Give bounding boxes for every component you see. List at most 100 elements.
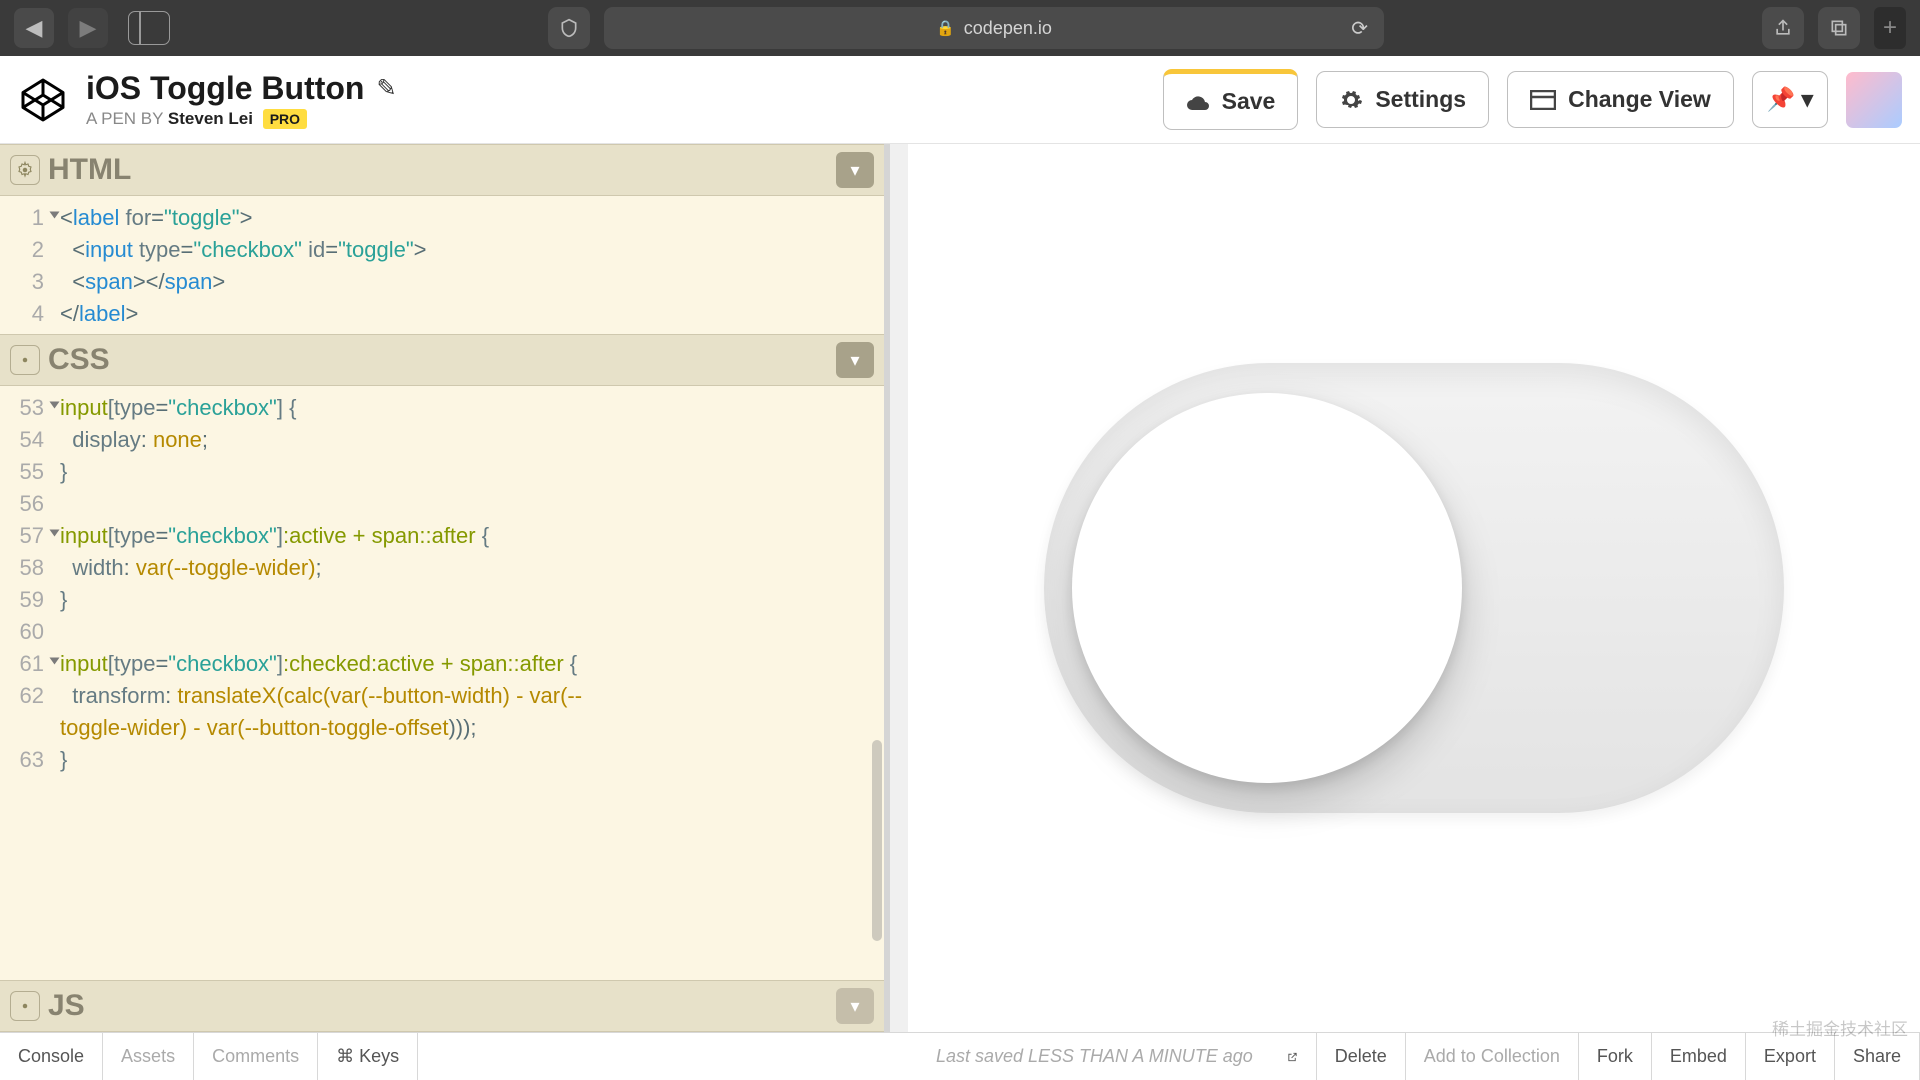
eq: =	[155, 651, 168, 676]
br: {	[564, 651, 577, 676]
fork-label: Fork	[1597, 1046, 1633, 1067]
val: --	[567, 683, 582, 708]
tag: label	[73, 205, 119, 230]
keys-tab[interactable]: ⌘ Keys	[318, 1033, 418, 1080]
comments-tab[interactable]: Comments	[194, 1033, 318, 1080]
eq: =	[155, 523, 168, 548]
add-collection-button[interactable]: Add to Collection	[1406, 1033, 1579, 1080]
css-panel-head: CSS ▾	[0, 334, 884, 386]
codepen-logo-icon[interactable]	[18, 75, 68, 125]
watermark: 稀土掘金技术社区	[1772, 1015, 1908, 1040]
assets-label: Assets	[121, 1046, 175, 1067]
embed-button[interactable]: Embed	[1652, 1033, 1746, 1080]
attr: for	[125, 205, 151, 230]
share-label: Share	[1853, 1046, 1901, 1067]
tag: span	[85, 269, 133, 294]
pen-title: iOS Toggle Button	[86, 70, 364, 107]
reload-icon[interactable]: ⟳	[1351, 16, 1368, 41]
val: --button-toggle-offset	[245, 715, 449, 740]
css-settings-icon[interactable]	[10, 345, 40, 375]
line-num: 59	[20, 587, 44, 612]
js-panel-head: JS ▾	[0, 980, 884, 1032]
fold-icon[interactable]	[50, 212, 60, 219]
address-bar[interactable]: 🔒 codepen.io ⟳	[604, 7, 1384, 49]
ios-toggle-preview[interactable]	[1044, 363, 1784, 813]
status-text: Last saved LESS THAN A MINUTE ago	[936, 1046, 1253, 1067]
pen-author[interactable]: Steven Lei	[168, 109, 253, 128]
line-num: 56	[20, 491, 44, 516]
ios-toggle-knob	[1072, 393, 1462, 783]
console-tab[interactable]: Console	[0, 1033, 103, 1080]
val: ) - var(	[180, 715, 245, 740]
assets-tab[interactable]: Assets	[103, 1033, 194, 1080]
change-view-button[interactable]: Change View	[1507, 71, 1734, 128]
save-status: Last saved LESS THAN A MINUTE ago	[418, 1033, 1269, 1080]
css-collapse-button[interactable]: ▾	[836, 342, 874, 378]
html-settings-icon[interactable]	[10, 155, 40, 185]
br: }	[60, 587, 67, 612]
html-panel-head: HTML ▾	[0, 144, 884, 196]
js-collapse-button[interactable]: ▾	[836, 988, 874, 1024]
open-external-icon[interactable]	[1269, 1033, 1317, 1080]
attr: type	[114, 651, 156, 676]
save-button[interactable]: Save	[1163, 69, 1299, 130]
line-num: 63	[20, 747, 44, 772]
line-num: 57	[20, 523, 44, 548]
line-num: 60	[20, 619, 44, 644]
sel: input	[60, 651, 108, 676]
footer-bar: Console Assets Comments ⌘ Keys Last save…	[0, 1032, 1920, 1080]
add-label: Add to Collection	[1424, 1046, 1560, 1067]
fold-icon[interactable]	[50, 658, 60, 665]
br: {	[476, 523, 489, 548]
tabs-icon[interactable]	[1818, 7, 1860, 49]
css-panel-title: CSS	[48, 343, 110, 377]
val: toggle-wider	[60, 715, 180, 740]
val: ) - var(	[503, 683, 568, 708]
prop: display	[72, 427, 140, 452]
shield-icon[interactable]	[548, 7, 590, 49]
new-tab-button[interactable]: +	[1874, 7, 1906, 49]
fold-icon[interactable]	[50, 402, 60, 409]
kw: :active +	[283, 523, 372, 548]
save-label: Save	[1222, 88, 1276, 115]
line-num: 3	[32, 269, 44, 294]
settings-button[interactable]: Settings	[1316, 71, 1489, 128]
cloud-icon	[1186, 92, 1210, 112]
sidebar-toggle-icon[interactable]	[128, 11, 170, 45]
vertical-resize-handle[interactable]	[890, 144, 908, 1032]
str: "checkbox"	[168, 523, 277, 548]
html-collapse-button[interactable]: ▾	[836, 152, 874, 188]
js-settings-icon[interactable]	[10, 991, 40, 1021]
val: var(--toggle-wider)	[136, 555, 316, 580]
layout-icon	[1530, 90, 1556, 110]
kw: :checked:active +	[283, 651, 460, 676]
line-num: 62	[20, 683, 44, 708]
val: )));	[448, 715, 476, 740]
gear-icon	[1339, 88, 1363, 112]
edit-title-icon[interactable]: ✎	[376, 74, 396, 103]
export-button[interactable]: Export	[1746, 1033, 1835, 1080]
fold-icon[interactable]	[50, 530, 60, 537]
html-editor[interactable]: 1<label for="toggle"> 2 <input type="che…	[0, 196, 884, 334]
val: "checkbox"	[193, 237, 302, 262]
pin-dropdown-button[interactable]: 📌 ▾	[1752, 71, 1828, 128]
pen-by-prefix: A PEN BY	[86, 109, 168, 128]
share-button[interactable]: Share	[1835, 1033, 1920, 1080]
line-num: 58	[20, 555, 44, 580]
nav-back-button[interactable]: ◀	[14, 8, 54, 48]
fork-button[interactable]: Fork	[1579, 1033, 1652, 1080]
nav-forward-button[interactable]: ▶	[68, 8, 108, 48]
css-scrollbar[interactable]	[870, 396, 882, 970]
share-icon[interactable]	[1762, 7, 1804, 49]
line-num: 61	[20, 651, 44, 676]
avatar[interactable]	[1846, 72, 1902, 128]
line-num: 2	[32, 237, 44, 262]
embed-label: Embed	[1670, 1046, 1727, 1067]
css-editor[interactable]: 53input[type="checkbox"] { 54 display: n…	[0, 386, 884, 980]
preview-pane	[908, 144, 1920, 1032]
sel: span	[460, 651, 508, 676]
val: "toggle"	[338, 237, 414, 262]
change-view-label: Change View	[1568, 86, 1711, 113]
attr: type	[139, 237, 181, 262]
delete-button[interactable]: Delete	[1317, 1033, 1406, 1080]
